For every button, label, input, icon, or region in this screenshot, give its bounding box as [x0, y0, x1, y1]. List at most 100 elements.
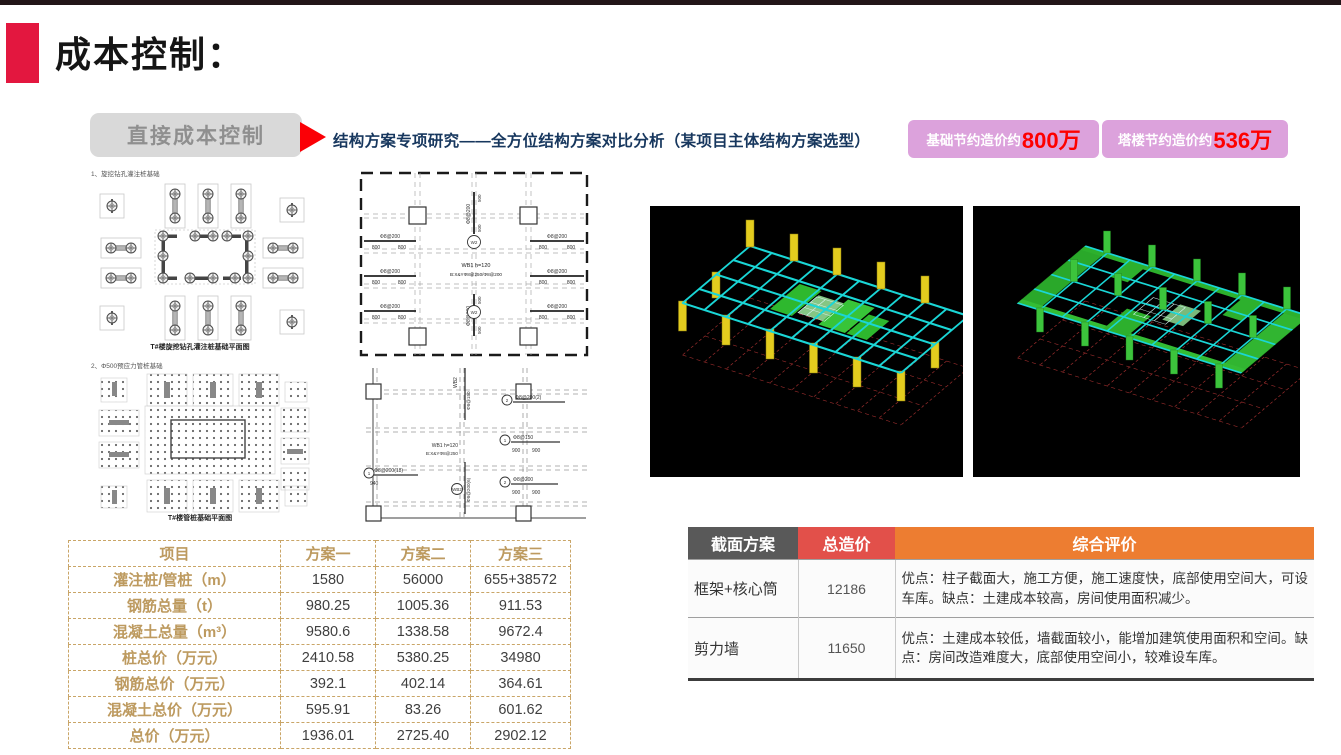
- table-cell: 56000: [376, 567, 471, 593]
- svg-text:800: 800: [567, 315, 576, 321]
- table-cell: 34980: [471, 645, 571, 671]
- row-label-cell: 总价（万元）: [69, 723, 281, 749]
- svg-text:800: 800: [567, 245, 576, 251]
- table-cell: 9672.4: [471, 619, 571, 645]
- foundation-saving-badge: 基础节约造价约 800万: [908, 120, 1099, 158]
- table-row: 钢筋总量（t） 980.25 1005.36 911.53: [69, 593, 571, 619]
- svg-text:800: 800: [398, 280, 407, 286]
- svg-text:WB1 h=120: WB1 h=120: [432, 443, 458, 449]
- table-cell: 2902.12: [471, 723, 571, 749]
- red-accent-square: [6, 23, 39, 83]
- evaluation-cell: 优点：土建成本较低，墙截面较小，能增加建筑使用面积和空间。缺点：房间改造难度大，…: [895, 618, 1314, 680]
- table-header-cell: 总造价: [798, 527, 895, 560]
- badge-label: 塔楼节约造价约: [1118, 129, 1213, 149]
- svg-text:500: 500: [477, 224, 482, 232]
- badge-value: 536万: [1213, 123, 1272, 155]
- section-scheme-evaluation-table: 截面方案 总造价 综合评价 框架+核心筒 12186 优点：柱子截面大，施工方便…: [688, 527, 1314, 681]
- svg-text:940: 940: [370, 481, 379, 487]
- svg-text:Φ8@200(18): Φ8@200(18): [374, 468, 403, 474]
- table-row: 灌注桩/管桩（m） 1580 56000 655+38572: [69, 567, 571, 593]
- frame-core-tube-3d-model: [650, 206, 963, 477]
- table-cell: 1338.58: [376, 619, 471, 645]
- table-header-cell: 项目: [69, 541, 281, 567]
- shear-wall-3d-model: [973, 206, 1300, 477]
- svg-text:Φ8@200(2): Φ8@200(2): [515, 395, 542, 401]
- row-label-cell: 灌注桩/管桩（m）: [69, 567, 281, 593]
- table-cell: 655+38572: [471, 567, 571, 593]
- svg-text:Φ8@200: Φ8@200: [380, 304, 400, 310]
- table-cell: 5380.25: [376, 645, 471, 671]
- table-row: 混凝土总价（万元） 595.91 83.26 601.62: [69, 697, 571, 723]
- row-label-cell: 桩总价（万元）: [69, 645, 281, 671]
- svg-text:Φ8@200: Φ8@200: [513, 477, 533, 483]
- table-header-cell: 截面方案: [688, 527, 798, 560]
- row-label-cell: 混凝土总量（m³）: [69, 619, 281, 645]
- direct-cost-control-pill: 直接成本控制: [90, 113, 302, 157]
- table-row: 剪力墙 11650 优点：土建成本较低，墙截面较小，能增加建筑使用面积和空间。缺…: [688, 618, 1314, 680]
- table-cell: 2725.40: [376, 723, 471, 749]
- badge-label: 基础节约造价约: [926, 129, 1021, 149]
- svg-text:800: 800: [567, 280, 576, 286]
- table-cell: 1580: [281, 567, 376, 593]
- svg-text:Φ8@200: Φ8@200: [380, 269, 400, 275]
- table-cell: 392.1: [281, 671, 376, 697]
- row-label-cell: 混凝土总价（万元）: [69, 697, 281, 723]
- svg-text:900: 900: [512, 490, 521, 496]
- table-cell: 1936.01: [281, 723, 376, 749]
- table-header-row: 截面方案 总造价 综合评价: [688, 527, 1314, 560]
- svg-text:W2: W2: [471, 240, 478, 245]
- table-cell: 2410.58: [281, 645, 376, 671]
- slab-reinforcement-plan-drawing: Φ8@200 800 800 Φ8@200 800 800 Φ8@200 800…: [358, 170, 590, 358]
- svg-text:WB1 h=120: WB1 h=120: [462, 263, 491, 269]
- slab-detail-plan-drawing: WB2 Φ8@150 Φ8@200(2) Φ8@150 900 900 WB1 …: [360, 362, 590, 525]
- scheme-comparison-table: 项目 方案一 方案二 方案三 灌注桩/管桩（m） 1580 56000 655+…: [68, 540, 571, 749]
- table-cell: 980.25: [281, 593, 376, 619]
- table-header-cell: 方案二: [376, 541, 471, 567]
- drawing-caption: T#楼旋挖钻孔灌注桩基础平面图: [150, 342, 249, 351]
- scheme-name-cell: 剪力墙: [688, 618, 798, 680]
- table-row: 钢筋总价（万元） 392.1 402.14 364.61: [69, 671, 571, 697]
- svg-text:800: 800: [372, 245, 381, 251]
- table-cell: 1005.36: [376, 593, 471, 619]
- scheme-name-cell: 框架+核心筒: [688, 560, 798, 618]
- svg-text:800: 800: [398, 315, 407, 321]
- svg-text:500: 500: [477, 326, 482, 334]
- table-cell: 9580.6: [281, 619, 376, 645]
- page-title: 成本控制：: [55, 26, 245, 78]
- svg-text:500: 500: [477, 194, 482, 202]
- svg-text:800: 800: [372, 280, 381, 286]
- svg-text:800: 800: [398, 245, 407, 251]
- svg-text:800: 800: [539, 245, 548, 251]
- svg-text:Φ8@150: Φ8@150: [466, 391, 471, 410]
- table-header-cell: 方案一: [281, 541, 376, 567]
- svg-text:800: 800: [539, 315, 548, 321]
- svg-text:500: 500: [477, 296, 482, 304]
- tower-saving-badge: 塔楼节约造价约 536万: [1102, 120, 1288, 158]
- table-row: 总价（万元） 1936.01 2725.40 2902.12: [69, 723, 571, 749]
- svg-text:WB2: WB2: [452, 487, 462, 492]
- drawing-title: 1、旋挖钻孔灌注桩基础: [91, 169, 160, 178]
- drawing-title: 2、Φ500预应力管桩基础: [91, 361, 163, 370]
- row-label-cell: 钢筋总价（万元）: [69, 671, 281, 697]
- table-row: 桩总价（万元） 2410.58 5380.25 34980: [69, 645, 571, 671]
- svg-text:800: 800: [372, 315, 381, 321]
- svg-text:900: 900: [532, 448, 541, 454]
- svg-text:800: 800: [539, 280, 548, 286]
- table-header-cell: 综合评价: [895, 527, 1314, 560]
- table-row: 框架+核心筒 12186 优点：柱子截面大，施工方便，施工速度快，底部使用空间大…: [688, 560, 1314, 618]
- top-accent-bar: [0, 0, 1341, 5]
- table-cell: 911.53: [471, 593, 571, 619]
- section-headline: 结构方案专项研究——全方位结构方案对比分析（某项目主体结构方案选型）: [333, 129, 870, 151]
- svg-text:W2: W2: [471, 310, 478, 315]
- table-row: 混凝土总量（m³） 9580.6 1338.58 9672.4: [69, 619, 571, 645]
- svg-text:Φ8@200: Φ8@200: [547, 269, 567, 275]
- table-cell: 595.91: [281, 697, 376, 723]
- table-cell: 83.26: [376, 697, 471, 723]
- total-cost-cell: 11650: [798, 618, 895, 680]
- svg-text:Φ8@200: Φ8@200: [466, 204, 472, 224]
- svg-text:Φ8@200: Φ8@200: [380, 234, 400, 240]
- table-header-row: 项目 方案一 方案二 方案三: [69, 541, 571, 567]
- total-cost-cell: 12186: [798, 560, 895, 618]
- row-label-cell: 钢筋总量（t）: [69, 593, 281, 619]
- svg-text:B:X&YΦ8@250: B:X&YΦ8@250: [426, 451, 459, 456]
